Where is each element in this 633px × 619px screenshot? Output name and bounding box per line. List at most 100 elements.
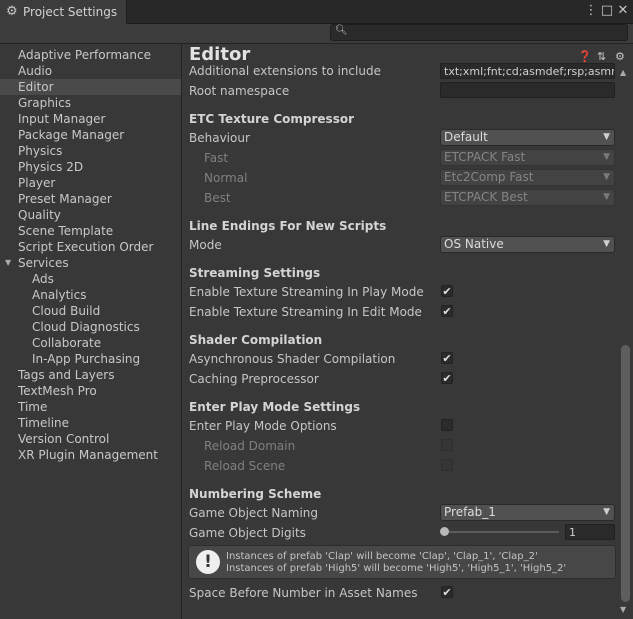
- sidebar-item-label: Analytics: [32, 288, 87, 302]
- chevron-down-icon: ▼: [603, 172, 610, 182]
- sidebar-item-label: Package Manager: [18, 128, 125, 142]
- sidebar-item-time[interactable]: Time: [0, 399, 181, 415]
- sidebar-item-label: Preset Manager: [18, 192, 112, 206]
- play-mode-options-label: Enter Play Mode Options: [189, 419, 337, 433]
- sidebar-item-editor[interactable]: Editor: [0, 79, 181, 95]
- behaviour-dropdown[interactable]: Default ▼: [440, 129, 615, 146]
- space-before-number-label: Space Before Number in Asset Names: [189, 586, 418, 600]
- sidebar-item-label: Cloud Diagnostics: [32, 320, 140, 334]
- chevron-down-icon: ▼: [603, 239, 610, 249]
- reload-scene-label: Reload Scene: [204, 459, 286, 473]
- sidebar-item-tags-and-layers[interactable]: Tags and Layers: [0, 367, 181, 383]
- best-value: ETCPACK Best: [444, 190, 528, 204]
- sidebar-item-label: Time: [18, 400, 48, 414]
- sidebar-item-label: Scene Template: [18, 224, 114, 238]
- reload-scene-checkbox: [441, 459, 453, 471]
- normal-label: Normal: [204, 171, 248, 185]
- sidebar-item-label: Script Execution Order: [18, 240, 154, 254]
- sidebar-item-label: Collaborate: [32, 336, 102, 350]
- more-options-icon[interactable]: ⋮: [584, 3, 598, 18]
- sidebar-item-version-control[interactable]: Version Control: [0, 431, 181, 447]
- sidebar-item-input-manager[interactable]: Input Manager: [0, 111, 181, 127]
- digits-slider-handle[interactable]: [440, 527, 449, 536]
- chevron-down-icon: ▼: [603, 152, 610, 162]
- game-object-naming-dropdown[interactable]: Prefab_1 ▼: [440, 504, 615, 521]
- sidebar-item-ads[interactable]: Ads: [0, 271, 181, 287]
- root-namespace-field[interactable]: [440, 82, 615, 98]
- reload-domain-label: Reload Domain: [204, 439, 296, 453]
- game-object-digits-label: Game Object Digits: [189, 526, 306, 540]
- behaviour-value: Default: [444, 130, 488, 144]
- mode-value: OS Native: [444, 237, 504, 251]
- digits-slider-track[interactable]: [446, 531, 559, 533]
- sidebar-item-in-app-purchasing[interactable]: In-App Purchasing: [0, 351, 181, 367]
- best-dropdown: ETCPACK Best ▼: [440, 189, 615, 206]
- caching-preprocessor-label: Caching Preprocessor: [189, 372, 319, 386]
- fast-label: Fast: [204, 151, 229, 165]
- sidebar-item-scene-template[interactable]: Scene Template: [0, 223, 181, 239]
- maximize-icon[interactable]: □: [600, 3, 614, 18]
- scroll-down-icon[interactable]: ▼: [620, 605, 626, 614]
- sidebar-item-cloud-build[interactable]: Cloud Build: [0, 303, 181, 319]
- scrollbar-thumb[interactable]: [621, 345, 630, 602]
- chevron-down-icon: ▼: [603, 132, 610, 142]
- sidebar-item-label: Cloud Build: [32, 304, 101, 318]
- help-box: ! Instances of prefab 'Clap' will become…: [188, 545, 616, 579]
- sidebar-item-label: Input Manager: [18, 112, 106, 126]
- help-icon[interactable]: ❓: [578, 50, 592, 63]
- behaviour-label: Behaviour: [189, 131, 250, 145]
- async-shader-checkbox[interactable]: ✔: [441, 352, 453, 364]
- sidebar-item-audio[interactable]: Audio: [0, 63, 181, 79]
- search-icon: 🔍︎: [335, 25, 348, 36]
- line-endings-section-title: Line Endings For New Scripts: [189, 219, 387, 233]
- sidebar-item-physics[interactable]: Physics: [0, 143, 181, 159]
- sidebar-item-analytics[interactable]: Analytics: [0, 287, 181, 303]
- sidebar-item-quality[interactable]: Quality: [0, 207, 181, 223]
- streaming-edit-checkbox[interactable]: ✔: [441, 305, 453, 317]
- sidebar-item-label: Timeline: [18, 416, 70, 430]
- sidebar-item-timeline[interactable]: Timeline: [0, 415, 181, 431]
- sidebar-item-textmesh-pro[interactable]: TextMesh Pro: [0, 383, 181, 399]
- sidebar-item-label: Services: [18, 256, 69, 270]
- search-input[interactable]: 🔍︎: [330, 24, 628, 41]
- tab-project-settings[interactable]: ⚙ Project Settings: [0, 0, 127, 24]
- close-icon[interactable]: ✕: [616, 3, 630, 18]
- numbering-section-title: Numbering Scheme: [189, 487, 322, 501]
- presets-icon[interactable]: ⇅: [597, 50, 606, 63]
- sidebar-item-adaptive-performance[interactable]: Adaptive Performance: [0, 47, 181, 63]
- sidebar-item-label: Version Control: [18, 432, 110, 446]
- sidebar-item-label: Physics 2D: [18, 160, 84, 174]
- play-mode-options-checkbox[interactable]: [441, 419, 453, 431]
- streaming-play-checkbox[interactable]: ✔: [441, 285, 453, 297]
- scroll-up-icon[interactable]: ▲: [620, 68, 626, 77]
- streaming-play-label: Enable Texture Streaming In Play Mode: [189, 285, 424, 299]
- sidebar-item-script-execution-order[interactable]: Script Execution Order: [0, 239, 181, 255]
- fast-dropdown: ETCPACK Fast ▼: [440, 149, 615, 166]
- warning-icon: !: [196, 550, 220, 574]
- sidebar-item-preset-manager[interactable]: Preset Manager: [0, 191, 181, 207]
- sidebar-item-player[interactable]: Player: [0, 175, 181, 191]
- additional-extensions-field[interactable]: txt;xml;fnt;cd;asmdef;rsp;asmref: [440, 63, 615, 79]
- sidebar-item-label: Audio: [18, 64, 53, 78]
- sidebar-item-services[interactable]: ▼ Services: [0, 255, 181, 271]
- sidebar-item-graphics[interactable]: Graphics: [0, 95, 181, 111]
- sidebar-item-label: Adaptive Performance: [18, 48, 151, 62]
- sidebar-item-collaborate[interactable]: Collaborate: [0, 335, 181, 351]
- game-object-digits-field[interactable]: 1: [565, 524, 615, 540]
- foldout-arrow-icon[interactable]: ▼: [5, 255, 11, 271]
- tab-label: Project Settings: [23, 5, 118, 19]
- sidebar-item-physics-2d[interactable]: Physics 2D: [0, 159, 181, 175]
- settings-icon[interactable]: ⚙: [615, 50, 625, 63]
- help-line-2: Instances of prefab 'High5' will become …: [226, 563, 567, 574]
- play-mode-section-title: Enter Play Mode Settings: [189, 400, 361, 414]
- sidebar-item-cloud-diagnostics[interactable]: Cloud Diagnostics: [0, 319, 181, 335]
- caching-preprocessor-checkbox[interactable]: ✔: [441, 372, 453, 384]
- gear-icon: ⚙: [6, 4, 18, 19]
- mode-dropdown[interactable]: OS Native ▼: [440, 236, 615, 253]
- sidebar-item-package-manager[interactable]: Package Manager: [0, 127, 181, 143]
- sidebar-item-xr-plugin-management[interactable]: XR Plugin Management: [0, 447, 181, 463]
- space-before-number-checkbox[interactable]: ✔: [441, 586, 453, 598]
- fast-value: ETCPACK Fast: [444, 150, 526, 164]
- chevron-down-icon: ▼: [603, 192, 610, 202]
- chevron-down-icon: ▼: [603, 507, 610, 517]
